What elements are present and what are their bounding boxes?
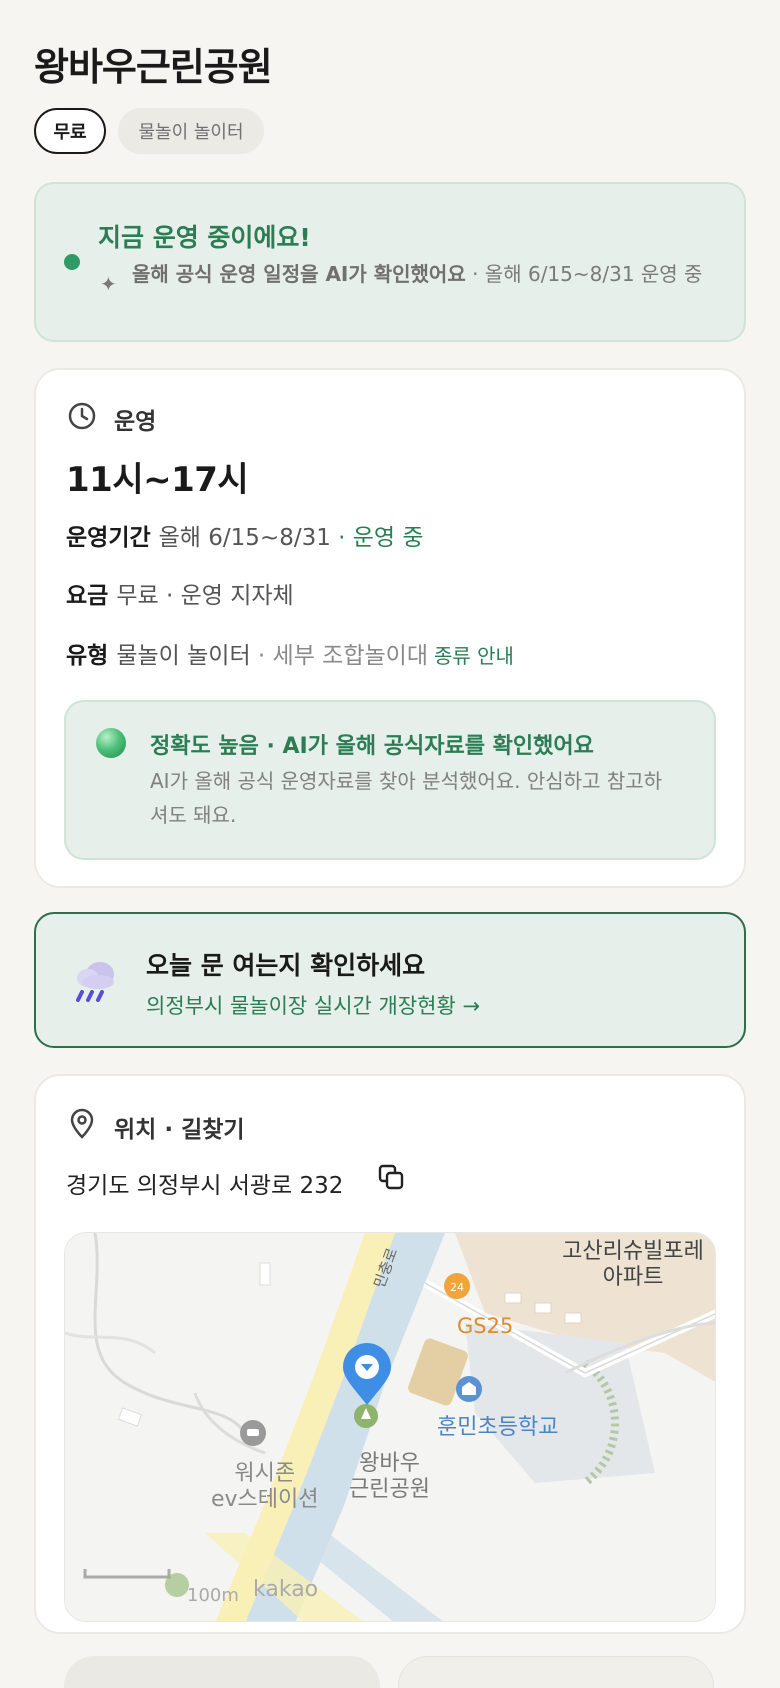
status-desc-rest: · 올해 6/15~8/31 운영 중 [465,262,703,286]
status-dot-icon [64,254,80,270]
type-value: 물놀이 놀이터 [116,643,251,669]
copy-icon[interactable] [376,1162,406,1192]
type-detail: · 세부 조합놀이대 [250,643,428,669]
map-label-ev-station: 워시존 ev스테이션 [211,1461,319,1512]
status-description: 올해 공식 운영 일정을 AI가 확인했어요 · 올해 6/15~8/31 운영… [132,260,722,289]
page-title: 왕바우근린공원 [34,45,273,89]
clock-icon [68,402,96,430]
bottom-action-button-left[interactable] [64,1656,380,1688]
map-label-school: 훈민초등학교 [437,1415,559,1440]
address-text: 경기도 의정부시 서광로 232 [66,1173,344,1199]
type-key: 유형 [66,643,109,669]
operation-card: 운영 11시~17시 운영기간 올해 6/15~8/31 · 운영 중 요금 무료 … [34,368,746,888]
status-title: 지금 운영 중이에요! [98,223,311,252]
open-today-card[interactable]: 오늘 문 여는지 확인하세요 의정부시 물놀이장 실시간 개장현황 → [34,912,746,1048]
status-desc-strong: 올해 공식 운영 일정을 AI가 확인했어요 [132,262,466,286]
location-pin-icon [70,1108,94,1139]
map-label-gs25: GS25 [457,1314,514,1338]
realtime-status-link[interactable]: 의정부시 물놀이장 실시간 개장현황 → [146,990,480,1020]
accuracy-title: 정확도 높음 · AI가 올해 공식자료를 확인했어요 [150,734,594,759]
fee-value: 무료 · 운영 지자체 [116,583,294,609]
open-today-title: 오늘 문 여는지 확인하세요 [146,951,426,980]
operation-section-title: 운영 [114,409,157,435]
map-label-apartment: 고산리슈빌포레 아파트 [562,1239,704,1290]
map-label-park: 왕바우 근린공원 [349,1451,430,1502]
period-key: 운영기간 [66,525,151,551]
period-status: · 운영 중 [330,525,424,551]
svg-text:24: 24 [450,1281,464,1294]
location-section-title: 위치 · 길찾기 [114,1117,245,1143]
period-value: 올해 6/15~8/31 [158,525,331,551]
rain-cloud-icon [76,962,114,1002]
operating-hours: 11시~17시 [66,460,249,500]
accuracy-description: AI가 올해 공식 운영자료를 찾아 분석했어요. 안심하고 참고하셔도 돼요. [150,769,663,827]
location-card: 위치 · 길찾기 경기도 의정부시 서광로 232 24 고산리슈빌포레 아파트… [34,1074,746,1634]
fee-row: 요금 무료 · 운영 지자체 [66,576,294,610]
map-brand-logo: kakao [253,1577,319,1602]
sparkle-icon: ✦ [100,272,117,296]
operating-status-card: 지금 운영 중이에요! ✦ 올해 공식 운영 일정을 AI가 확인했어요 · 올… [34,182,746,342]
map-view[interactable]: 24 고산리슈빌포레 아파트 GS25 훈민초등학교 왕바우 근린공원 워시존 … [64,1232,716,1622]
fee-key: 요금 [66,583,109,609]
bottom-action-button-right[interactable] [398,1656,714,1688]
chip-free[interactable]: 무료 [34,108,106,154]
period-row: 운영기간 올해 6/15~8/31 · 운영 중 [66,518,424,552]
accuracy-box: 정확도 높음 · AI가 올해 공식자료를 확인했어요 AI가 올해 공식 운영… [64,700,716,860]
chip-water-playground[interactable]: 물놀이 놀이터 [118,108,264,154]
map-scale: 100m [187,1585,239,1606]
type-row: 유형 물놀이 놀이터 · 세부 조합놀이대 종류 안내 [66,636,514,670]
accuracy-ball-icon [96,728,126,758]
type-guide-link[interactable]: 종류 안내 [434,644,514,668]
